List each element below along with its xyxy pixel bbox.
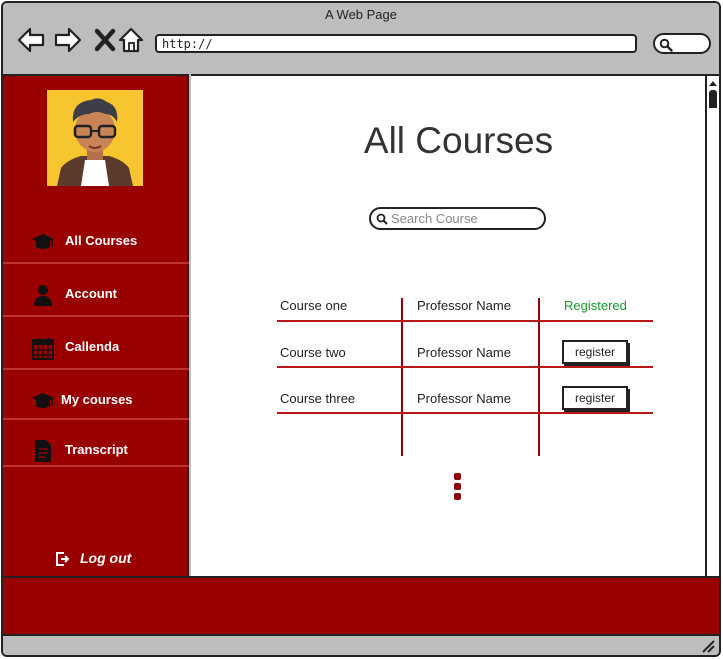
sidebar-item-label: Callenda — [65, 339, 120, 354]
course-name: Course two — [280, 345, 346, 360]
calendar-icon — [32, 338, 54, 360]
sidebar-item-transcript[interactable]: Transcript — [3, 425, 189, 475]
page-title: All Courses — [363, 120, 554, 161]
magnifier-icon — [659, 38, 673, 52]
scroll-up-icon[interactable] — [707, 78, 719, 108]
search-icon — [376, 213, 388, 225]
logout-label: Log out — [80, 550, 132, 566]
registered-status: Registered — [564, 298, 627, 313]
avatar — [47, 90, 143, 186]
register-button[interactable]: register — [562, 386, 628, 410]
row-divider — [277, 366, 653, 368]
window-title: A Web Page — [324, 7, 398, 22]
professor-name: Professor Name — [417, 345, 511, 360]
browser-titlebar: A Web Page http:// — [3, 3, 719, 73]
avatar-illustration — [47, 90, 143, 186]
sidebar-divider — [3, 315, 189, 317]
browser-window: A Web Page http:// All Courses Account C… — [1, 1, 721, 657]
graduation-cap-icon — [32, 393, 54, 408]
search-input[interactable] — [391, 210, 541, 226]
document-icon — [35, 440, 51, 462]
browser-statusbar — [3, 636, 719, 655]
register-button[interactable]: register — [562, 340, 628, 364]
sidebar-divider — [3, 465, 189, 467]
sidebar-divider — [3, 418, 189, 420]
course-name: Course one — [280, 298, 348, 313]
sidebar-item-all-courses[interactable]: All Courses — [3, 216, 189, 266]
address-bar[interactable]: http:// — [155, 34, 637, 53]
sidebar-divider — [3, 262, 189, 264]
sidebar-item-account[interactable]: Account — [3, 269, 189, 319]
sidebar-item-label: All Courses — [65, 233, 138, 248]
forward-arrow-icon[interactable] — [53, 25, 83, 55]
sidebar-item-label: Account — [65, 286, 117, 301]
sidebar-item-label: My courses — [61, 392, 133, 407]
course-search[interactable] — [369, 207, 546, 230]
professor-name: Professor Name — [417, 391, 511, 406]
course-name: Course three — [280, 391, 356, 406]
graduation-cap-icon — [32, 234, 54, 249]
row-divider — [277, 320, 653, 322]
sidebar-item-label: Transcript — [65, 442, 128, 457]
back-arrow-icon[interactable] — [16, 25, 46, 55]
logout-icon — [56, 552, 70, 566]
browser-search-field[interactable] — [653, 33, 711, 54]
row-divider — [277, 412, 653, 414]
more-vertical-icon[interactable] — [454, 473, 462, 501]
professor-name: Professor Name — [417, 298, 511, 313]
footer — [3, 576, 719, 636]
resize-grip-icon[interactable] — [701, 639, 715, 653]
user-icon — [34, 285, 52, 306]
sidebar-divider — [3, 368, 189, 370]
vertical-scrollbar[interactable] — [705, 74, 719, 576]
home-icon[interactable] — [117, 25, 147, 55]
sidebar-item-calendar[interactable]: Callenda — [3, 322, 189, 372]
main-content: All Courses Course one Professor Name Re… — [191, 74, 705, 576]
sidebar: All Courses Account Callenda My courses … — [3, 74, 189, 576]
